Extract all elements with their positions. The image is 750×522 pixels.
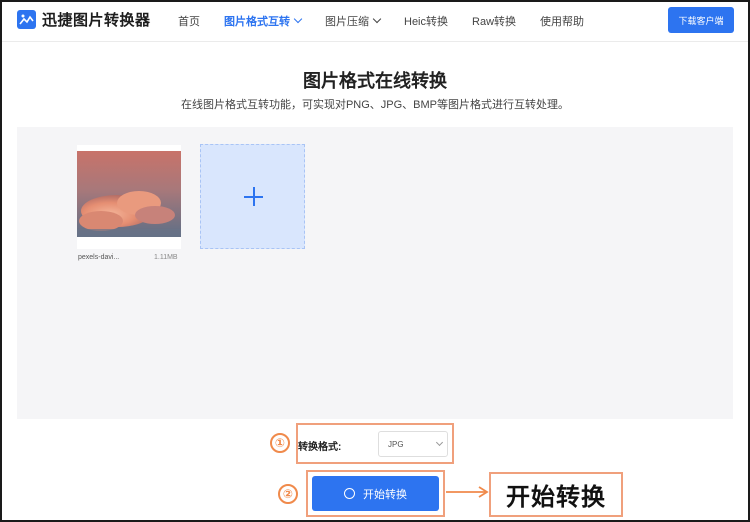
app-name: 迅捷图片转换器 — [42, 12, 151, 29]
add-image-button[interactable] — [200, 144, 305, 249]
start-convert-label: 开始转换 — [363, 488, 407, 501]
chevron-down-icon — [372, 14, 382, 24]
arrow-right-icon — [446, 486, 489, 498]
format-select-value: JPG — [388, 440, 404, 449]
main-nav: 首页 图片格式互转 图片压缩 Heic转换 Raw转换 使用帮助 — [178, 13, 608, 29]
nav-help-label: 使用帮助 — [540, 16, 585, 28]
loading-ring-icon — [344, 488, 355, 499]
plus-icon-vertical — [253, 187, 255, 206]
chevron-down-icon — [293, 14, 303, 24]
nav-home[interactable]: 首页 — [178, 13, 200, 29]
image-logo-icon — [17, 10, 36, 29]
nav-heic[interactable]: Heic转换 — [404, 13, 448, 29]
nav-format-convert[interactable]: 图片格式互转 — [224, 13, 303, 29]
nav-compress-label: 图片压缩 — [325, 16, 369, 28]
chevron-down-icon — [435, 438, 444, 447]
format-select[interactable]: JPG — [378, 431, 448, 457]
nav-raw-label: Raw转换 — [472, 16, 517, 28]
step-one-badge: ① — [270, 433, 290, 453]
upload-area[interactable]: pexels-davi... 1.11MB — [17, 127, 733, 419]
cloud-photo — [77, 151, 181, 237]
app-logo[interactable]: 迅捷图片转换器 — [17, 9, 151, 30]
nav-home-label: 首页 — [178, 16, 200, 28]
nav-format-convert-label: 图片格式互转 — [224, 16, 290, 28]
step-two-badge: ② — [278, 484, 298, 504]
top-header: 迅捷图片转换器 首页 图片格式互转 图片压缩 Heic转换 Raw转换 使用帮助… — [2, 2, 748, 42]
file-name: pexels-davi... — [78, 254, 120, 261]
image-thumbnail[interactable] — [77, 145, 181, 249]
format-label: 转换格式: — [298, 442, 342, 453]
callout-label: 开始转换 — [489, 472, 623, 517]
download-client-button[interactable]: 下载客户端 — [668, 7, 734, 33]
start-convert-button[interactable]: 开始转换 — [312, 476, 439, 511]
nav-heic-label: Heic转换 — [404, 16, 449, 28]
file-size: 1.11MB — [154, 254, 178, 261]
page-title: 图片格式在线转换 — [303, 71, 447, 91]
nav-help[interactable]: 使用帮助 — [540, 13, 584, 29]
page-subtitle: 在线图片格式互转功能，可实现对PNG、JPG、BMP等图片格式进行互转处理。 — [180, 99, 570, 111]
nav-compress[interactable]: 图片压缩 — [325, 13, 382, 29]
nav-raw[interactable]: Raw转换 — [472, 13, 516, 29]
